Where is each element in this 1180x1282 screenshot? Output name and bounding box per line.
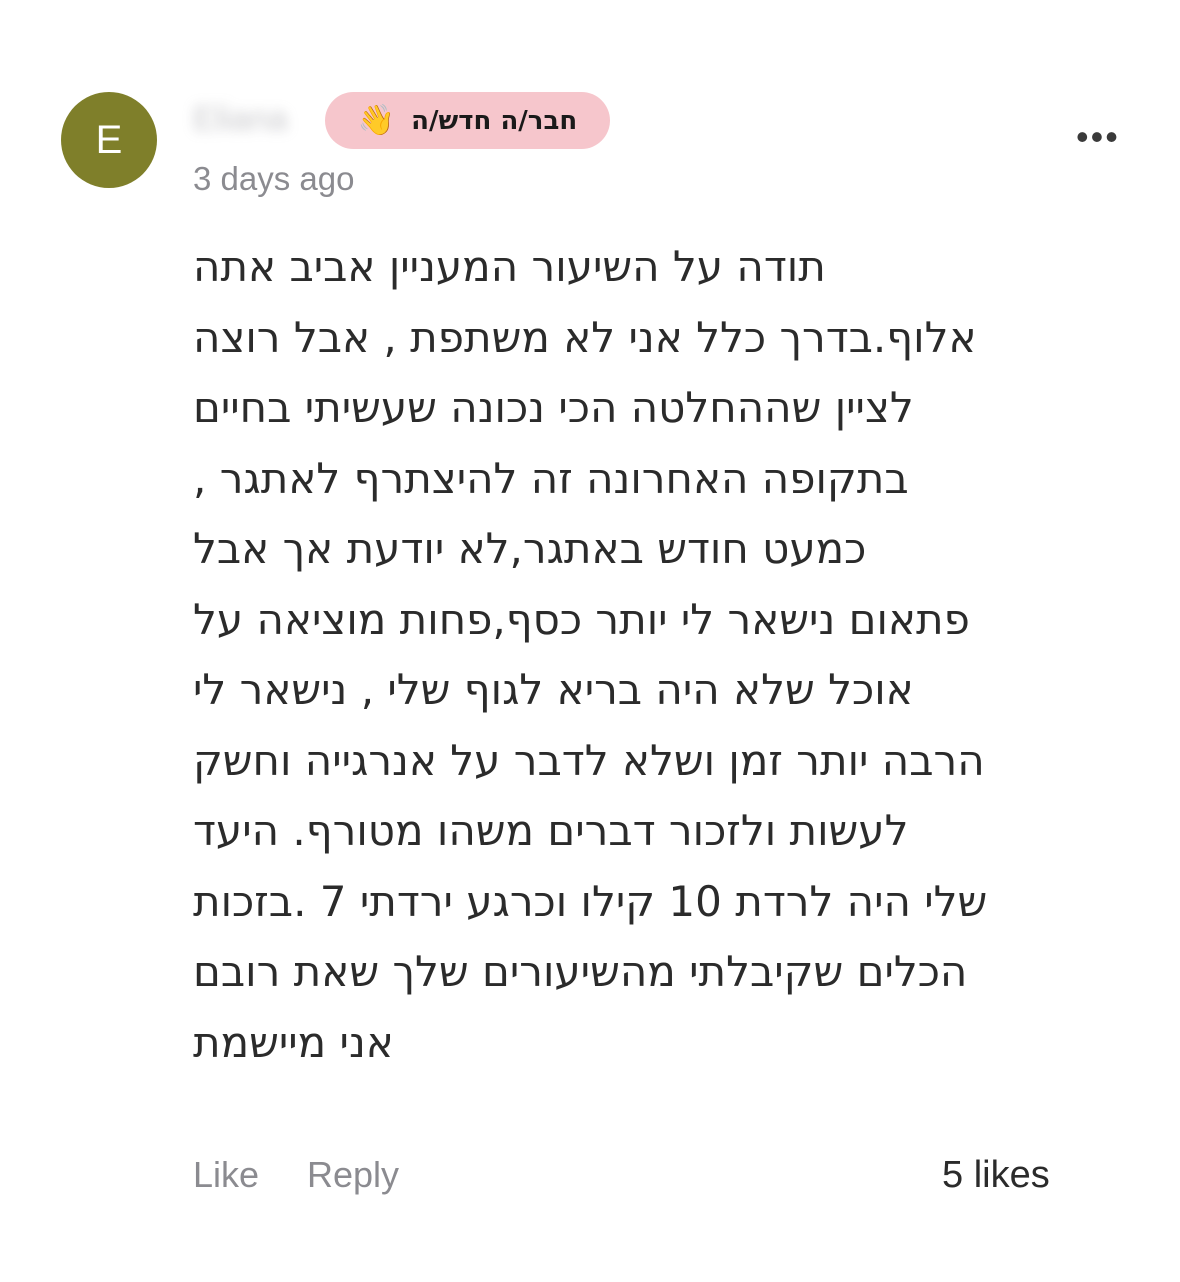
avatar-letter: E <box>95 117 123 162</box>
comment-line: לציין שההחלטה הכי נכונה שעשיתי בחיים <box>193 383 914 432</box>
comment-line: תודה על השיעור המעניין אביב אתה <box>193 242 826 291</box>
like-button[interactable]: Like <box>193 1154 259 1196</box>
comment-line: פתאום נישאר לי יותר כסף,פחות מוציאה על <box>193 594 970 644</box>
comment-line: הרבה יותר זמן ושלא לדבר על אנרגייה וחשק <box>193 735 985 785</box>
comment-line: אוכל שלא היה בריא לגוף שלי , נישאר לי <box>193 665 914 714</box>
comment-line: כמעט חודש באתגר,לא יודעת אך אבל <box>193 524 867 573</box>
timestamp: 3 days ago <box>193 160 355 197</box>
comment-line: לעשות ולזכור דברים משהו מטורף. היעד <box>193 806 909 855</box>
avatar[interactable]: E <box>61 92 157 188</box>
author-name[interactable]: Eliana <box>193 100 288 139</box>
more-options-icon[interactable]: ••• <box>1076 119 1120 155</box>
new-member-badge: 👋 חבר/ה חדש/ה <box>325 92 610 149</box>
comment-line: שלי היה לרדת 10 קילו וכרגע ירדתי 7 .בזכו… <box>193 876 988 926</box>
likes-count[interactable]: 5 likes <box>942 1154 1050 1197</box>
comment-line: אלוף.בדרך כלל אני לא משתפת , אבל רוצה <box>193 312 977 362</box>
comment-line: הכלים שקיבלתי מהשיעורים שלך שאת רובם <box>193 947 968 996</box>
reply-button[interactable]: Reply <box>307 1154 399 1196</box>
badge-label: חבר/ה חדש/ה <box>411 105 578 136</box>
comment-line: אני מיישמת <box>193 1017 394 1067</box>
comment-line: בתקופה האחרונה זה להיצתרף לאתגר , <box>193 453 909 503</box>
waving-hand-icon: 👋 <box>357 102 396 138</box>
comment-body: תודה על השיעור המעניין אביב אתה אלוף.בדר… <box>193 232 1063 1078</box>
